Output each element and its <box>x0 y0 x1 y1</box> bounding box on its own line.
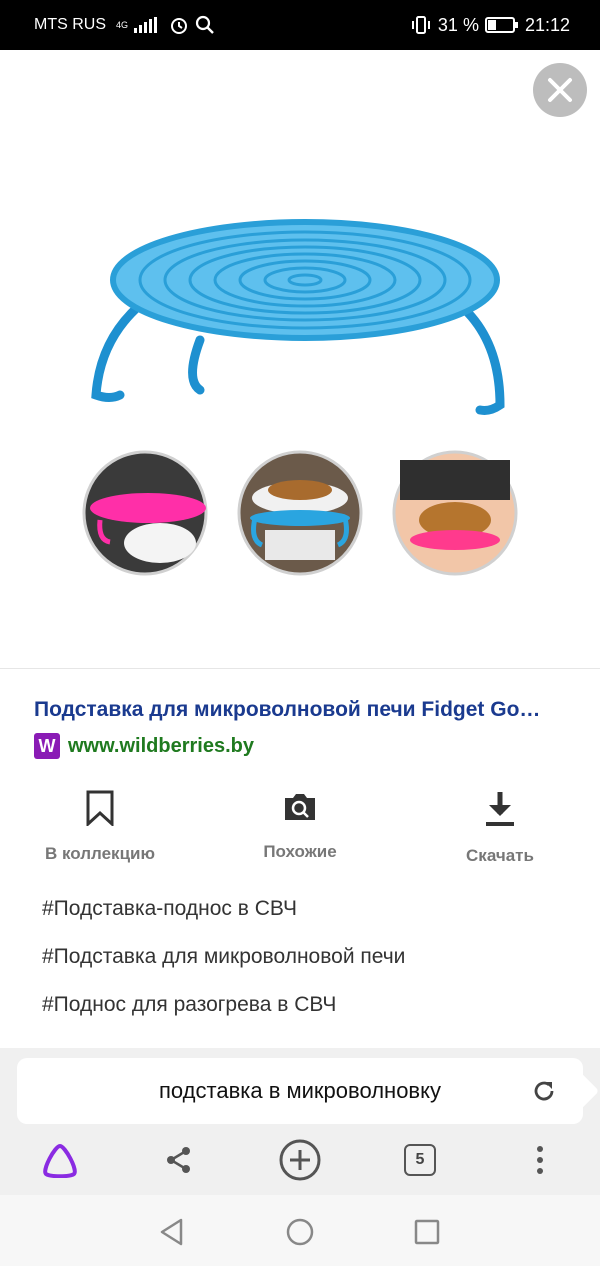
similar-button[interactable]: Похожие <box>220 790 380 862</box>
tabs-button[interactable]: 5 <box>396 1136 444 1184</box>
share-icon <box>167 1147 190 1173</box>
thumbnail-3 <box>392 450 518 576</box>
action-row: В коллекцию Похожие Скачать <box>0 790 600 870</box>
more-vertical-icon <box>537 1146 543 1174</box>
status-left: MTS RUS 4G <box>34 15 215 35</box>
back-button[interactable] <box>155 1215 189 1249</box>
site-row[interactable]: W www.wildberries.by <box>34 733 254 759</box>
recents-square-icon <box>414 1219 440 1245</box>
image-viewer[interactable] <box>0 50 600 668</box>
tag-link[interactable]: #Подставка-поднос в СВЧ <box>42 895 405 943</box>
system-nav-bar <box>0 1195 600 1266</box>
action-label: Скачать <box>466 846 534 865</box>
product-image <box>82 219 518 576</box>
reload-icon[interactable] <box>531 1078 557 1104</box>
camera-search-icon <box>285 794 315 820</box>
close-icon <box>548 78 572 102</box>
assistant-button[interactable] <box>36 1136 84 1184</box>
thumbnail-2 <box>237 450 363 576</box>
thumbnail-1 <box>82 450 208 576</box>
tag-link[interactable]: #Подставка для микроволновой печи <box>42 943 405 991</box>
bookmark-icon <box>86 790 114 826</box>
action-label: В коллекцию <box>44 844 155 863</box>
clock: 21:12 <box>524 14 570 35</box>
assistant-icon <box>43 1143 77 1178</box>
back-triangle-icon <box>160 1218 183 1246</box>
result-title-link[interactable]: Подставка для микроволновой печи Fidget … <box>34 698 574 722</box>
download-icon <box>486 792 514 826</box>
search-icon <box>195 15 214 34</box>
status-right: 31 % 21:12 <box>410 15 570 36</box>
tag-link[interactable]: #Поднос для разогрева в СВЧ <box>42 991 405 1039</box>
download-button[interactable]: Скачать <box>420 790 580 866</box>
share-button[interactable] <box>155 1136 203 1184</box>
signal-icon <box>134 17 158 33</box>
browser-toolbar: 5 <box>0 1136 600 1184</box>
search-bar[interactable]: подставка в микроволновку <box>17 1058 583 1124</box>
vibrate-icon <box>411 16 430 34</box>
carrier-name: MTS RUS <box>34 16 106 33</box>
tag-list: #Подставка-поднос в СВЧ #Подставка для м… <box>42 895 405 1039</box>
bottom-panel: подставка в микроволновку 5 <box>0 1048 600 1195</box>
network-type: 4G <box>116 19 129 30</box>
divider <box>0 668 600 669</box>
recents-button[interactable] <box>410 1215 444 1249</box>
battery-icon <box>484 17 518 33</box>
status-bar: MTS RUS 4G 31 % 21:12 <box>0 0 600 50</box>
site-favicon: W <box>34 733 60 759</box>
new-tab-button[interactable] <box>276 1136 324 1184</box>
add-to-collection-button[interactable]: В коллекцию <box>20 790 180 864</box>
home-button[interactable] <box>283 1215 317 1249</box>
battery-percent: 31 % <box>437 14 479 35</box>
alarm-icon <box>171 18 188 34</box>
search-query[interactable]: подставка в микроволновку <box>159 1078 441 1104</box>
close-button[interactable] <box>533 63 587 117</box>
action-label: Похожие <box>263 842 337 861</box>
menu-button[interactable] <box>516 1136 564 1184</box>
tabs-count: 5 <box>404 1144 436 1176</box>
home-circle-icon <box>286 1218 314 1246</box>
site-url[interactable]: www.wildberries.by <box>68 735 254 758</box>
plus-circle-icon <box>279 1139 321 1181</box>
